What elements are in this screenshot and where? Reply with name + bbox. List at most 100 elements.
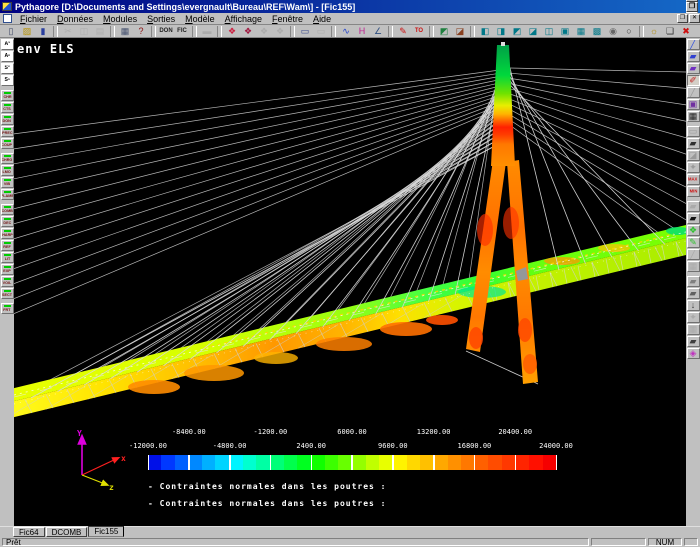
tab-dcomb[interactable]: DCOMB xyxy=(45,527,88,537)
close-button[interactable]: ✕ xyxy=(686,11,698,13)
toolbar-save-button[interactable]: ▮ xyxy=(35,25,51,37)
right-rail-tool-b-button[interactable]: ✦ xyxy=(686,162,700,173)
right-rail-slab-dark-2-button[interactable]: ▰ xyxy=(686,336,700,347)
menu-modele[interactable]: Modèle xyxy=(180,14,220,24)
left-rail-harp-button[interactable]: HARP xyxy=(0,228,14,239)
left-rail-coup-button[interactable]: COUP xyxy=(0,138,14,149)
toolbar-view-cube-4-button[interactable]: ◪ xyxy=(525,25,541,37)
toolbar-bulb-button[interactable]: ☼ xyxy=(646,25,662,37)
left-rail-vib-button[interactable]: VIB xyxy=(0,177,14,188)
left-rail-lit-button[interactable]: LIT xyxy=(0,252,14,263)
menu-fichier[interactable]: Fichier xyxy=(15,14,52,24)
menu-affichage[interactable]: Affichage xyxy=(220,14,267,24)
right-rail-stamp-button[interactable]: ▣ xyxy=(686,99,700,110)
left-rail-ref-button[interactable]: REF xyxy=(0,240,14,251)
menu-modules[interactable]: Modules xyxy=(98,14,142,24)
left-rail-cts-button[interactable]: CTS xyxy=(0,102,14,113)
toolbar-copy-button[interactable]: ◫ xyxy=(76,25,92,37)
right-rail-erase-black-button[interactable]: ▰ xyxy=(686,213,700,224)
toolbar-open-button[interactable]: ▨ xyxy=(19,25,35,37)
toolbar-window-button[interactable]: ❏ xyxy=(662,25,678,37)
right-rail-slab-gray-button[interactable]: ▰ xyxy=(686,276,700,287)
toolbar-view-cube-8-button[interactable]: ▩ xyxy=(589,25,605,37)
toolbar-view-cube-3-button[interactable]: ◩ xyxy=(509,25,525,37)
left-rail-lmo-button[interactable]: LMO xyxy=(0,165,14,176)
toolbar-don-button[interactable]: DON xyxy=(158,25,174,37)
maximize-button[interactable]: ❐ xyxy=(686,1,698,12)
right-rail-min-button[interactable]: MIN xyxy=(686,186,700,197)
left-rail-exp-button[interactable]: EXP xyxy=(0,264,14,275)
right-rail-erase-blue-button[interactable]: ▰ xyxy=(686,51,700,62)
right-rail-rect-disabled-button[interactable]: ▭ xyxy=(686,126,700,137)
toolbar-cut-button[interactable]: ✂ xyxy=(60,25,76,37)
left-rail-chr-button[interactable]: CHR xyxy=(0,90,14,101)
toolbar-exit-button[interactable]: ✖ xyxy=(678,25,694,37)
toolbar-zoom-button[interactable]: ○ xyxy=(621,25,637,37)
mdi-close-button[interactable]: ✕ xyxy=(689,14,700,23)
right-rail-line-disabled-2-button[interactable]: ╱ xyxy=(686,249,700,260)
toolbar-plug-3-button[interactable]: ❖ xyxy=(256,25,272,37)
left-rail-s-button[interactable]: Sⁿ xyxy=(0,75,14,86)
right-rail-cube-rainbow-button[interactable]: ◈ xyxy=(686,348,700,359)
toolbar-curve-button[interactable]: ∿ xyxy=(338,25,354,37)
right-rail-draw-line-button[interactable]: ╱ xyxy=(686,39,700,50)
toolbar-plug-4-button[interactable]: ❖ xyxy=(272,25,288,37)
toolbar-paste-button[interactable]: ▤ xyxy=(92,25,108,37)
left-rail-s-button[interactable]: S° xyxy=(0,63,14,74)
toolbar-pen-button[interactable]: ✎ xyxy=(395,25,411,37)
right-rail-slab-gray-2-button[interactable]: ▰ xyxy=(686,288,700,299)
toolbar-view-cube-6-button[interactable]: ▣ xyxy=(557,25,573,37)
right-rail-erase-purple-button[interactable]: ▰ xyxy=(686,63,700,74)
left-rail-chrg-button[interactable]: CHRG xyxy=(0,153,14,164)
toolbar-plug-2-button[interactable]: ❖ xyxy=(240,25,256,37)
left-rail-dec-button[interactable]: DEC xyxy=(0,216,14,227)
toolbar-to-button[interactable]: TO xyxy=(411,25,427,37)
left-rail-don-button[interactable]: DON xyxy=(0,114,14,125)
toolbar-histogram-button[interactable]: H xyxy=(354,25,370,37)
toolbar-print-button[interactable]: ▦ xyxy=(117,25,133,37)
left-rail-flamb-button[interactable]: FLAMB xyxy=(0,189,14,200)
right-rail-fan-disabled-button[interactable]: ✦ xyxy=(686,312,700,323)
right-rail-tool-a-button[interactable]: ◪ xyxy=(686,150,700,161)
right-rail-splash-green-button[interactable]: ❖ xyxy=(686,225,700,236)
tab-fic64[interactable]: Fic64 xyxy=(13,527,45,537)
toolbar-palette-1-button[interactable]: ◩ xyxy=(436,25,452,37)
right-rail-line-disabled-button[interactable]: ╱ xyxy=(686,87,700,98)
toolbar-help-button[interactable]: ? xyxy=(133,25,149,37)
right-rail-max-button[interactable]: MAX xyxy=(686,174,700,185)
right-rail-table-disabled-button[interactable]: ▦ xyxy=(686,324,700,335)
toolbar-new-button[interactable]: ▯ xyxy=(3,25,19,37)
mdi-restore-button[interactable]: ❐ xyxy=(677,14,688,23)
menu-donnees[interactable]: Données xyxy=(52,14,98,24)
toolbar-frame-button[interactable]: ▭ xyxy=(297,25,313,37)
right-rail-erase-disabled-button[interactable]: ▰ xyxy=(686,201,700,212)
left-rail-frt-button[interactable]: FRT xyxy=(0,303,14,314)
left-rail-sect-button[interactable]: SECT xyxy=(0,288,14,299)
toolbar-plug-1-button[interactable]: ❖ xyxy=(224,25,240,37)
right-rail-slab-dark-button[interactable]: ▰ xyxy=(686,138,700,149)
toolbar-view-cube-1-button[interactable]: ◧ xyxy=(477,25,493,37)
right-rail-grid-disabled-button[interactable]: ▦ xyxy=(686,261,700,272)
left-rail-prec-button[interactable]: PREC xyxy=(0,126,14,137)
toolbar-view-cube-7-button[interactable]: ▦ xyxy=(573,25,589,37)
menu-aide[interactable]: Aide xyxy=(308,14,336,24)
right-rail-arrow-down-button[interactable]: ↓ xyxy=(686,300,700,311)
toolbar-palette-2-button[interactable]: ◪ xyxy=(452,25,468,37)
menu-fenetre[interactable]: Fenêtre xyxy=(267,14,308,24)
viewport-canvas[interactable]: Y x z env ELS -12000.00 -8400.00 -4800.00-… xyxy=(14,38,686,526)
toolbar-sphere-button[interactable]: ◉ xyxy=(605,25,621,37)
left-rail-comb-button[interactable]: COMB xyxy=(0,204,14,215)
left-rail-a-button[interactable]: A° xyxy=(0,39,14,50)
toolbar-view-cube-5-button[interactable]: ◫ xyxy=(541,25,557,37)
right-rail-pen-green-button[interactable]: ✎ xyxy=(686,237,700,248)
toolbar-fic-button[interactable]: FIC xyxy=(174,25,190,37)
right-rail-matrix-button[interactable]: ▦ xyxy=(686,111,700,122)
toolbar-speaker-button[interactable]: ▬ xyxy=(199,25,215,37)
tab-fic155[interactable]: Fic155 xyxy=(88,526,125,537)
left-rail-voil-button[interactable]: VOIL xyxy=(0,276,14,287)
menu-sorties[interactable]: Sorties xyxy=(142,14,180,24)
right-rail-pen-red-button[interactable]: ✐ xyxy=(686,75,700,86)
toolbar-slope-button[interactable]: ∠ xyxy=(370,25,386,37)
left-rail-a-button[interactable]: Aⁿ xyxy=(0,51,14,62)
toolbar-view-cube-2-button[interactable]: ◨ xyxy=(493,25,509,37)
